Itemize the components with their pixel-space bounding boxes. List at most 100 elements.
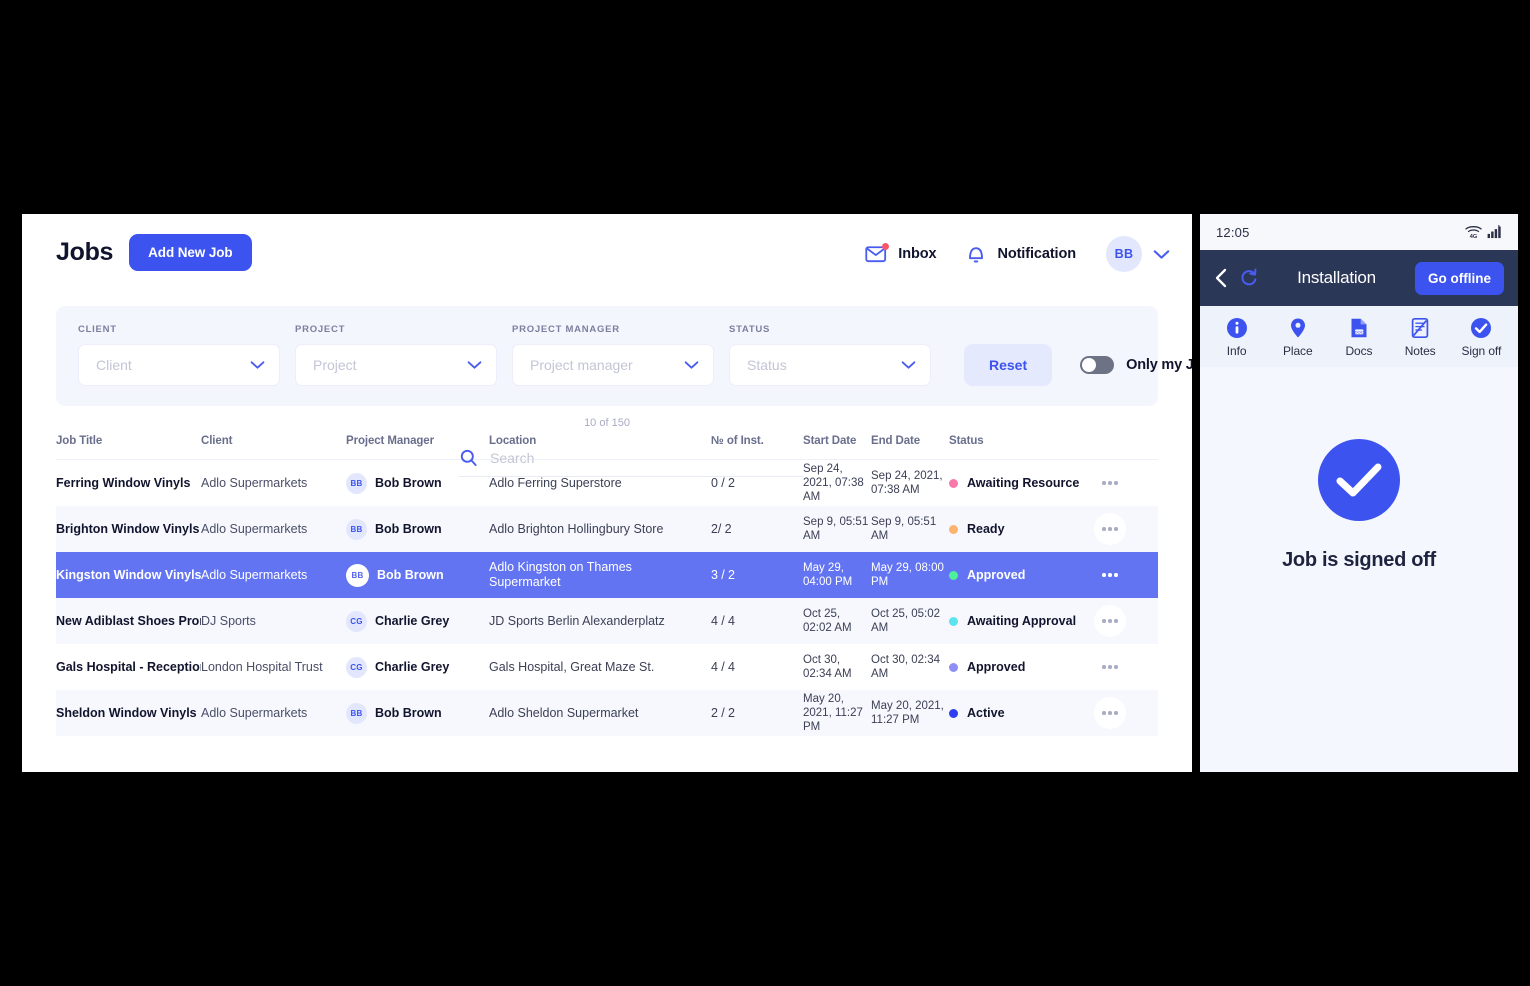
status-select-value: Status [747,357,787,373]
only-my-jobs-label: Only my Jobs [1126,357,1192,373]
tab-info[interactable]: Info [1208,317,1266,358]
cell-actions [1094,605,1138,637]
project-manager-avatar: BB [346,518,367,540]
inbox-label: Inbox [898,246,937,262]
more-dot [1114,665,1118,669]
row-more-menu-button[interactable] [1094,559,1126,591]
cell-actions [1094,651,1138,683]
cell-actions [1094,513,1138,545]
cell-end-date: Oct 30, 02:34 AM [871,653,941,680]
cell-project-manager: BB Bob Brown [346,518,489,540]
cell-inst: 0 / 2 [711,476,735,490]
project-manager-avatar: CG [346,610,367,632]
table-row[interactable]: New Adiblast Shoes Prom DJ Sports CG Charli… [56,598,1158,644]
tab-docs-label: Docs [1345,344,1373,358]
status-badge: Ready [949,522,1094,536]
cell-end-date: May 20, 2021, 11:27 PM [871,699,944,726]
more-dot [1102,481,1106,485]
cell-start-date: Oct 25, 02:02 AM [803,607,852,634]
cell-end-date: Oct 25, 05:02 AM [871,607,941,634]
more-dot [1108,573,1112,577]
tab-sign-off[interactable]: Sign off [1452,317,1510,358]
status-badge: Approved [949,660,1094,674]
cell-location: Adlo Brighton Hollingbury Store [489,521,664,536]
project-select[interactable]: Project [295,344,497,386]
more-dot [1108,665,1112,669]
toggle-knob [1082,358,1097,372]
cell-start-date: Sep 24, 2021, 07:38 AM [803,462,864,503]
column-header-end-date[interactable]: End Date [871,435,949,447]
client-select[interactable]: Client [78,344,280,386]
more-dot [1114,573,1118,577]
bell-icon [966,244,986,265]
signed-off-message: Job is signed off [1282,549,1436,571]
row-more-menu-button[interactable] [1094,651,1126,683]
status-badge: Active [949,706,1094,720]
go-offline-button[interactable]: Go offline [1415,261,1504,295]
inbox-button[interactable]: Inbox [865,243,937,263]
back-arrow-icon[interactable] [1214,268,1228,288]
cell-client: Adlo Supermarkets [201,568,308,582]
mobile-page-title: Installation [1297,268,1376,287]
tab-docs[interactable]: DOC Docs [1330,317,1388,358]
only-my-jobs-toggle-group[interactable]: Only my Jobs [1080,344,1192,386]
reset-button[interactable]: Reset [964,344,1053,386]
row-more-menu-button[interactable] [1094,467,1126,499]
table-row[interactable]: Brighton Window Vinyls Adlo Supermarkets B… [56,506,1158,552]
filter-project: PROJECT Project [295,324,497,386]
result-count: 10 of 150 [584,417,630,429]
cell-project-manager: BB Bob Brown [346,563,489,587]
cell-start-date: May 20, 2021, 11:27 PM [803,692,863,733]
column-header-start-date[interactable]: Start Date [803,435,871,447]
project-manager-avatar: BB [346,563,369,587]
refresh-icon[interactable] [1240,268,1258,288]
cell-end-date: Sep 9, 05:51 AM [871,515,937,542]
user-menu[interactable]: BB [1106,236,1170,272]
cell-job-title: Ferring Window Vinyls [56,476,191,490]
cell-client: Adlo Supermarkets [201,706,308,720]
cell-project-manager: BB Bob Brown [346,472,489,494]
column-header-client[interactable]: Client [201,435,346,447]
tab-place-label: Place [1283,344,1313,358]
sign-off-status-panel: Job is signed off [1200,367,1518,772]
status-dot [949,662,958,672]
chevron-down-icon [901,361,916,369]
column-header-status[interactable]: Status [949,435,1094,447]
project-manager-select[interactable]: Project manager [512,344,714,386]
status-dot [949,478,958,488]
mobile-installation-panel: 12:05 4G Installation Go offline Info Pl… [1200,214,1518,772]
project-manager-name: Bob Brown [375,706,442,720]
table-row[interactable]: Ferring Window Vinyls Adlo Supermarkets BB… [56,460,1158,506]
status-select[interactable]: Status [729,344,931,386]
add-new-job-button[interactable]: Add New Job [129,233,252,271]
row-more-menu-button[interactable] [1094,605,1126,637]
table-row[interactable]: Kingston Window Vinyls Adlo Supermarkets B… [56,552,1158,598]
more-dot [1102,665,1106,669]
cell-client: Adlo Supermarkets [201,476,308,490]
status-bar-clock: 12:05 [1216,224,1250,240]
project-manager-name: Bob Brown [377,568,444,582]
notification-label: Notification [997,246,1076,262]
more-dot [1102,711,1106,715]
chevron-down-icon[interactable] [1153,249,1170,260]
filter-bar: CLIENT Client PROJECT Project PROJECT MA… [56,306,1192,406]
cell-end-date: Sep 24, 2021, 07:38 AM [871,469,943,496]
column-header-project-manager[interactable]: Project Manager [346,435,489,447]
row-more-menu-button[interactable] [1094,697,1126,729]
notification-button[interactable]: Notification [966,244,1076,265]
column-header-inst[interactable]: № of Inst. [711,435,803,447]
column-header-location[interactable]: Location [489,435,711,447]
table-row[interactable]: Sheldon Window Vinyls Adlo Supermarkets BB… [56,690,1158,736]
column-header-job-title[interactable]: Job Title [56,435,201,447]
header-actions: Inbox Notification BB [865,236,1170,272]
cell-inst: 4 / 4 [711,614,735,628]
tab-notes[interactable]: Notes [1391,317,1449,358]
cell-start-date: Sep 9, 05:51 AM [803,515,869,542]
table-row[interactable]: Gals Hospital - Reception London Hospital… [56,644,1158,690]
status-dot [949,570,958,580]
row-more-menu-button[interactable] [1094,513,1126,545]
cell-start-date: Oct 30, 02:34 AM [803,653,852,680]
status-label: Approved [967,660,1026,674]
tab-place[interactable]: Place [1269,317,1327,358]
only-my-jobs-toggle[interactable] [1080,356,1115,374]
